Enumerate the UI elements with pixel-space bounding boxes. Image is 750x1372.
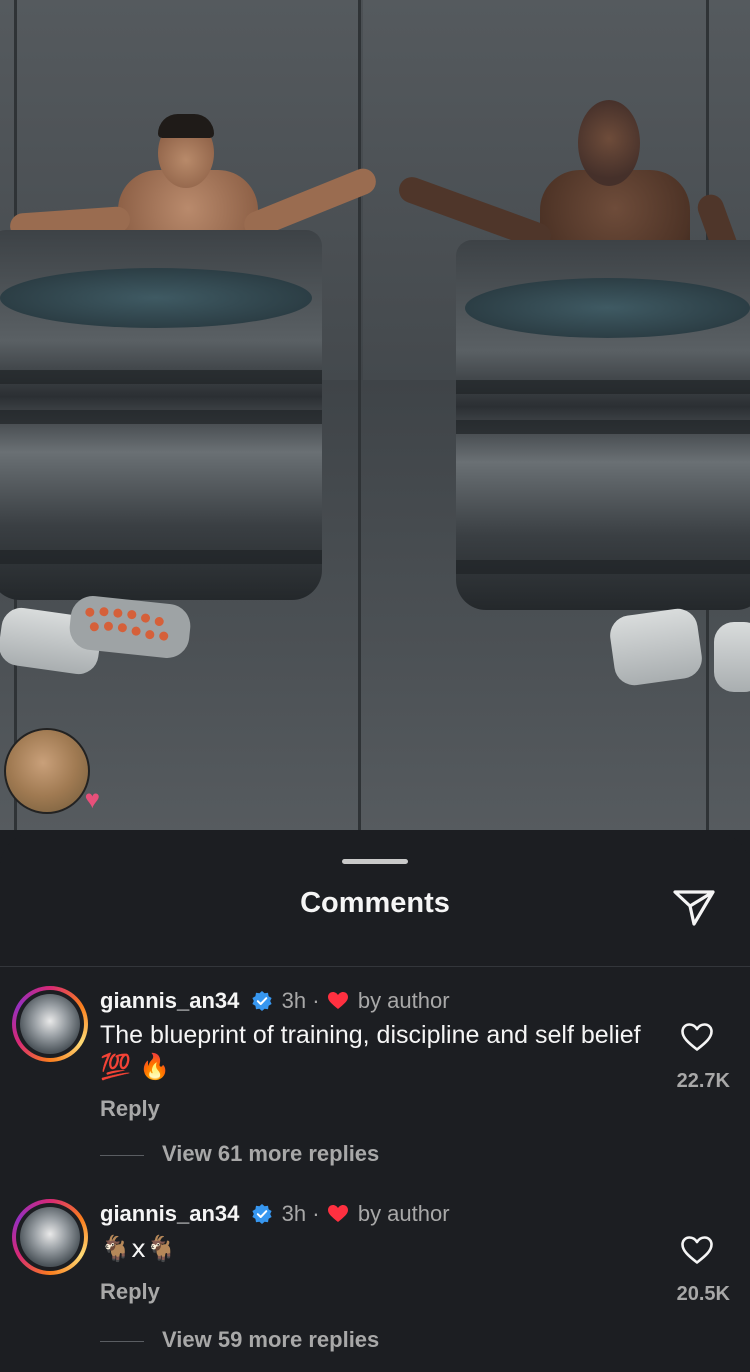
slide-shoe-right — [607, 606, 705, 688]
liked-by-author: by author — [357, 988, 450, 1013]
comment-header: giannis_an34 3h · by author — [100, 986, 450, 1016]
person-right-head — [578, 100, 640, 186]
commenter-avatar[interactable] — [12, 1199, 88, 1275]
username[interactable]: giannis_an34 — [100, 988, 239, 1013]
share-button[interactable] — [670, 886, 718, 930]
verified-badge-icon — [251, 1204, 272, 1224]
heart-outline-icon[interactable] — [680, 1235, 714, 1265]
red-heart-icon — [327, 1205, 348, 1222]
slide-shoe-right — [714, 622, 750, 692]
story-avatar[interactable]: ♥ — [4, 728, 100, 814]
wall-seam — [358, 0, 361, 830]
comment-header: giannis_an34 3h · by author — [100, 1199, 450, 1229]
divider — [0, 966, 750, 967]
view-more-label: View 59 more replies — [162, 1327, 380, 1352]
post-photo[interactable]: ♥ — [0, 0, 750, 830]
liked-by-author: by author — [357, 1201, 450, 1226]
commenter-avatar[interactable] — [12, 986, 88, 1062]
meta-separator: · — [312, 988, 320, 1013]
comment-text: 🐐x🐐 — [100, 1234, 178, 1263]
username[interactable]: giannis_an34 — [100, 1201, 239, 1226]
meta-separator: · — [312, 1201, 320, 1226]
comment-time: 3h — [281, 1201, 307, 1226]
sheet-title: Comments — [300, 887, 450, 919]
view-more-replies[interactable]: View 61 more replies — [100, 1141, 379, 1167]
share-icon — [673, 890, 715, 926]
heart-outline-icon[interactable] — [680, 1022, 714, 1052]
view-more-replies[interactable]: View 59 more replies — [100, 1327, 379, 1353]
like-count: 22.7K — [676, 1070, 730, 1092]
comment-body: The blueprint of training, discipline an… — [100, 1021, 641, 1049]
red-heart-icon — [327, 992, 348, 1009]
verified-badge-icon — [251, 991, 272, 1011]
heart-reaction-icon: ♥ — [84, 784, 100, 814]
water-left — [0, 268, 312, 328]
reply-button[interactable]: Reply — [100, 1279, 160, 1305]
view-more-label: View 61 more replies — [162, 1141, 380, 1166]
person-left-hair — [158, 114, 214, 138]
like-count: 20.5K — [676, 1283, 730, 1305]
water-right — [465, 278, 750, 338]
comment-text: The blueprint of training, discipline an… — [100, 1020, 660, 1083]
reply-button[interactable]: Reply — [100, 1096, 160, 1122]
drag-handle[interactable] — [342, 859, 408, 864]
comments-sheet: Comments giannis_an34 3h · by author The… — [0, 832, 750, 1372]
comment-emoji: 💯 🔥 — [100, 1052, 171, 1081]
comment-time: 3h — [281, 988, 307, 1013]
